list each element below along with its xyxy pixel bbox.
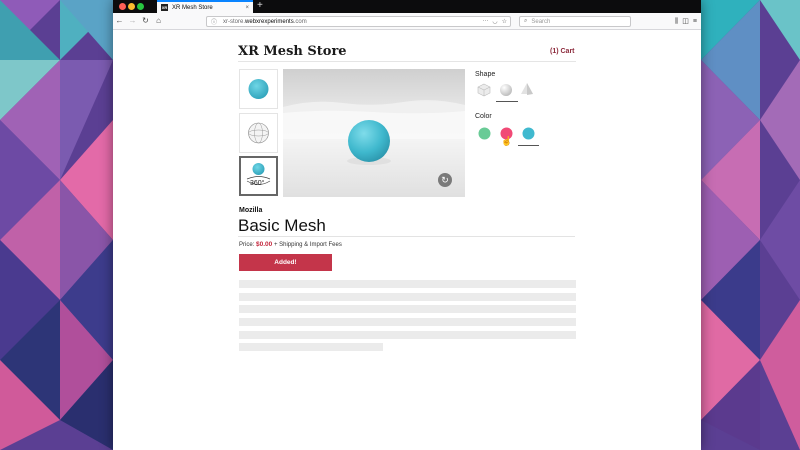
hand-cursor-icon: ☝ xyxy=(501,136,513,146)
url-bar[interactable]: ⓘ xr-store. webxrexperiments .com ··· ◡ ☆ xyxy=(206,16,511,27)
browser-tab[interactable]: XR XR Mesh Store × xyxy=(157,0,253,13)
page-actions-icon[interactable]: ··· xyxy=(482,18,488,25)
url-suffix: .com xyxy=(293,18,307,25)
placeholder-line xyxy=(239,305,576,313)
price-line: Price: $0.00 + Shipping & Import Fees xyxy=(239,241,342,248)
minimize-window-button[interactable] xyxy=(128,3,135,10)
back-icon[interactable]: ← xyxy=(113,13,126,29)
tab-close-icon[interactable]: × xyxy=(245,5,249,11)
sphere-model xyxy=(348,120,390,162)
navigation-toolbar: ← → ↻ ⌂ ⓘ xr-store. webxrexperiments .com … xyxy=(113,13,701,30)
color-selected-indicator xyxy=(518,145,539,146)
new-tab-button[interactable]: + xyxy=(257,0,263,12)
product-3d-viewer[interactable]: ↻ xyxy=(283,69,465,197)
cart-link[interactable]: (1) Cart xyxy=(550,48,575,55)
product-title: Basic Mesh xyxy=(238,216,326,235)
tab-strip: XR XR Mesh Store × + xyxy=(113,0,701,13)
placeholder-line xyxy=(239,331,576,339)
shape-label: Shape xyxy=(475,71,496,78)
placeholder-line xyxy=(239,343,383,351)
close-window-button[interactable] xyxy=(119,3,126,10)
forward-icon[interactable]: → xyxy=(126,13,139,29)
search-placeholder: Search xyxy=(531,18,551,25)
url-prefix: xr-store. xyxy=(223,18,246,25)
bookmark-star-icon[interactable]: ☆ xyxy=(502,18,507,25)
price-amount: $0.00 xyxy=(256,241,273,248)
pocket-icon[interactable]: ◡ xyxy=(492,18,497,25)
thumbnail-360-view[interactable]: 360° xyxy=(239,156,278,196)
tab-title: XR Mesh Store xyxy=(172,4,213,11)
brand-name: Mozilla xyxy=(239,207,263,214)
placeholder-line xyxy=(239,280,576,288)
shape-option-cube[interactable] xyxy=(477,83,491,102)
browser-window: XR XR Mesh Store × + ← → ↻ ⌂ ⓘ xr-store.… xyxy=(113,0,701,450)
page-content: XR Mesh Store (1) Cart 360° ↻ Shape Colo… xyxy=(113,31,701,450)
shape-option-cone[interactable] xyxy=(520,82,534,102)
thumbnail-sphere-wireframe[interactable] xyxy=(239,113,278,153)
title-divider xyxy=(238,236,575,237)
menu-icon[interactable]: ≡ xyxy=(693,13,697,30)
price-prefix: Price: xyxy=(239,242,255,248)
placeholder-line xyxy=(239,318,576,326)
maximize-window-button[interactable] xyxy=(137,3,144,10)
color-option-green[interactable] xyxy=(478,127,491,145)
favicon-icon: XR xyxy=(161,4,168,11)
search-input[interactable]: ⌕ Search xyxy=(519,16,631,27)
reload-icon[interactable]: ↻ xyxy=(139,13,152,29)
placeholder-line xyxy=(239,293,576,301)
thumbnail-360-label: 360° xyxy=(250,180,265,187)
store-title: XR Mesh Store xyxy=(238,44,347,59)
library-icon[interactable]: ⫼ xyxy=(675,13,678,30)
shape-option-sphere[interactable] xyxy=(499,83,513,102)
reset-view-icon[interactable]: ↻ xyxy=(438,173,452,187)
price-suffix: + Shipping & Import Fees xyxy=(273,242,342,248)
search-icon: ⌕ xyxy=(524,18,528,24)
url-host: webxrexperiments xyxy=(245,18,294,25)
sidebar-icon[interactable]: ◫ xyxy=(682,13,689,30)
header-divider xyxy=(238,61,576,62)
info-icon[interactable]: ⓘ xyxy=(211,17,217,26)
color-option-teal[interactable] xyxy=(522,127,535,145)
color-label: Color xyxy=(475,113,492,120)
add-to-cart-button[interactable]: Added! xyxy=(239,254,332,271)
home-icon[interactable]: ⌂ xyxy=(152,13,165,29)
shape-selected-indicator xyxy=(496,101,518,102)
thumbnail-sphere-color[interactable] xyxy=(239,69,278,109)
